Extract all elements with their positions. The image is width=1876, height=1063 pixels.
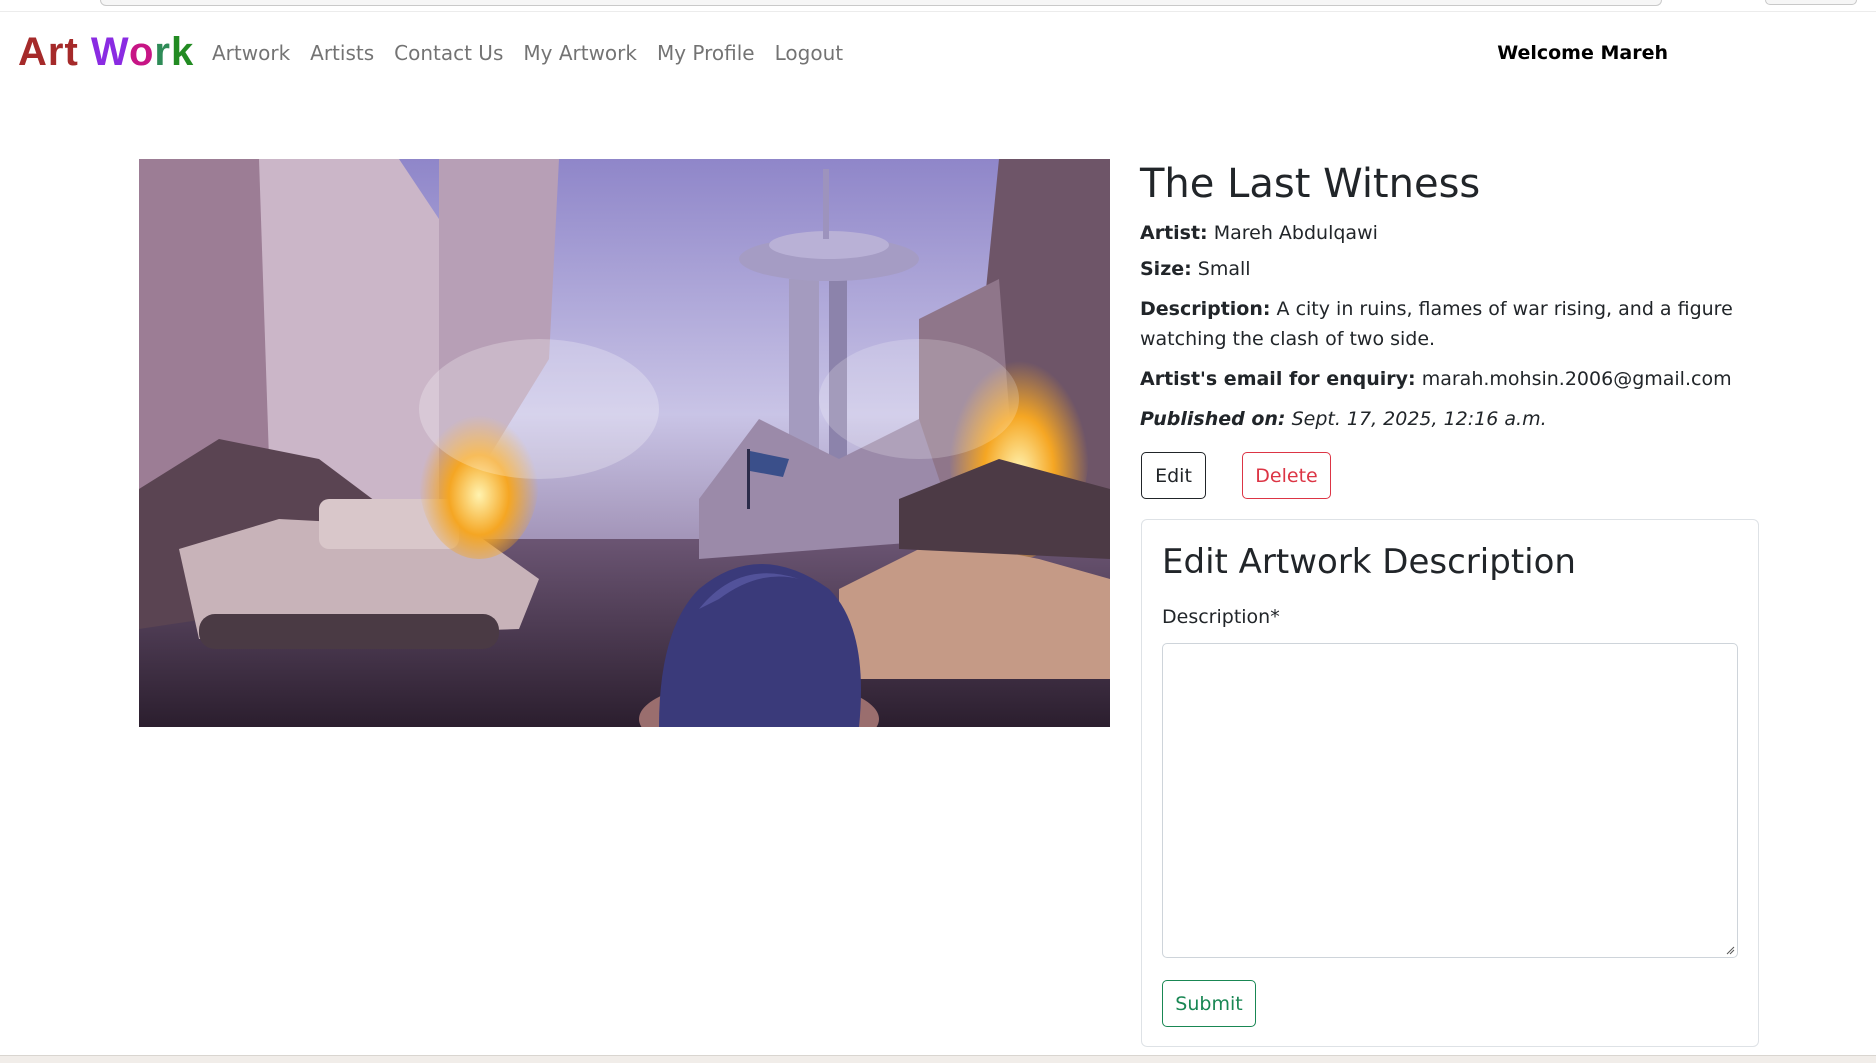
nav-link-my-profile[interactable]: My Profile [657, 41, 755, 65]
published-value: Sept. 17, 2025, 12:16 a.m. [1291, 408, 1547, 430]
welcome-message: Welcome Mareh [1497, 42, 1668, 64]
description-row: Description: A city in ruins, flames of … [1140, 294, 1780, 354]
artwork-image [139, 159, 1110, 727]
artist-row: Artist: Mareh Abdulqawi [1140, 218, 1780, 248]
brand-letter-w: W [90, 30, 129, 74]
artwork-details: The Last Witness Artist: Mareh Abdulqawi… [1140, 160, 1780, 434]
page-top-divider [0, 11, 1876, 12]
brand-letter-o: o [128, 30, 155, 74]
description-field-label: Description* [1162, 606, 1280, 628]
email-label: Artist's email for enquiry: [1140, 368, 1416, 390]
navbar: Art Work Artwork Artists Contact Us My A… [0, 22, 1876, 86]
size-label: Size: [1140, 258, 1192, 280]
edit-form-title: Edit Artwork Description [1162, 542, 1576, 582]
published-label: Published on: [1140, 408, 1286, 430]
nav-links: Artwork Artists Contact Us My Artwork My… [212, 41, 863, 65]
nav-link-contact-us[interactable]: Contact Us [394, 41, 503, 65]
brand-letter-r: r [154, 30, 171, 74]
nav-link-my-artwork[interactable]: My Artwork [523, 41, 637, 65]
edit-description-card: Edit Artwork Description Description* Su… [1141, 519, 1759, 1047]
artwork-title: The Last Witness [1140, 161, 1481, 207]
email-row: Artist's email for enquiry: marah.mohsin… [1140, 364, 1780, 394]
published-row: Published on: Sept. 17, 2025, 12:16 a.m. [1140, 404, 1780, 434]
submit-button[interactable]: Submit [1162, 980, 1256, 1027]
browser-address-bar-edge [100, 0, 1662, 6]
brand-letter-k: k [170, 30, 195, 74]
edit-button[interactable]: Edit [1141, 452, 1206, 499]
nav-link-logout[interactable]: Logout [775, 41, 843, 65]
browser-button-edge [1765, 0, 1857, 5]
resize-grip-icon[interactable] [1725, 945, 1735, 955]
size-row: Size: Small [1140, 254, 1780, 284]
nav-link-artwork[interactable]: Artwork [212, 41, 290, 65]
size-value: Small [1197, 258, 1251, 280]
description-textarea[interactable] [1162, 643, 1738, 958]
artist-name: Mareh Abdulqawi [1213, 222, 1378, 244]
artist-label: Artist: [1140, 222, 1208, 244]
brand-logo[interactable]: Art Work [18, 30, 194, 75]
description-label: Description: [1140, 298, 1271, 320]
brand-word-art: Art [18, 30, 79, 74]
email-value: marah.mohsin.2006@gmail.com [1421, 368, 1732, 390]
nav-link-artists[interactable]: Artists [310, 41, 374, 65]
delete-button[interactable]: Delete [1242, 452, 1331, 499]
